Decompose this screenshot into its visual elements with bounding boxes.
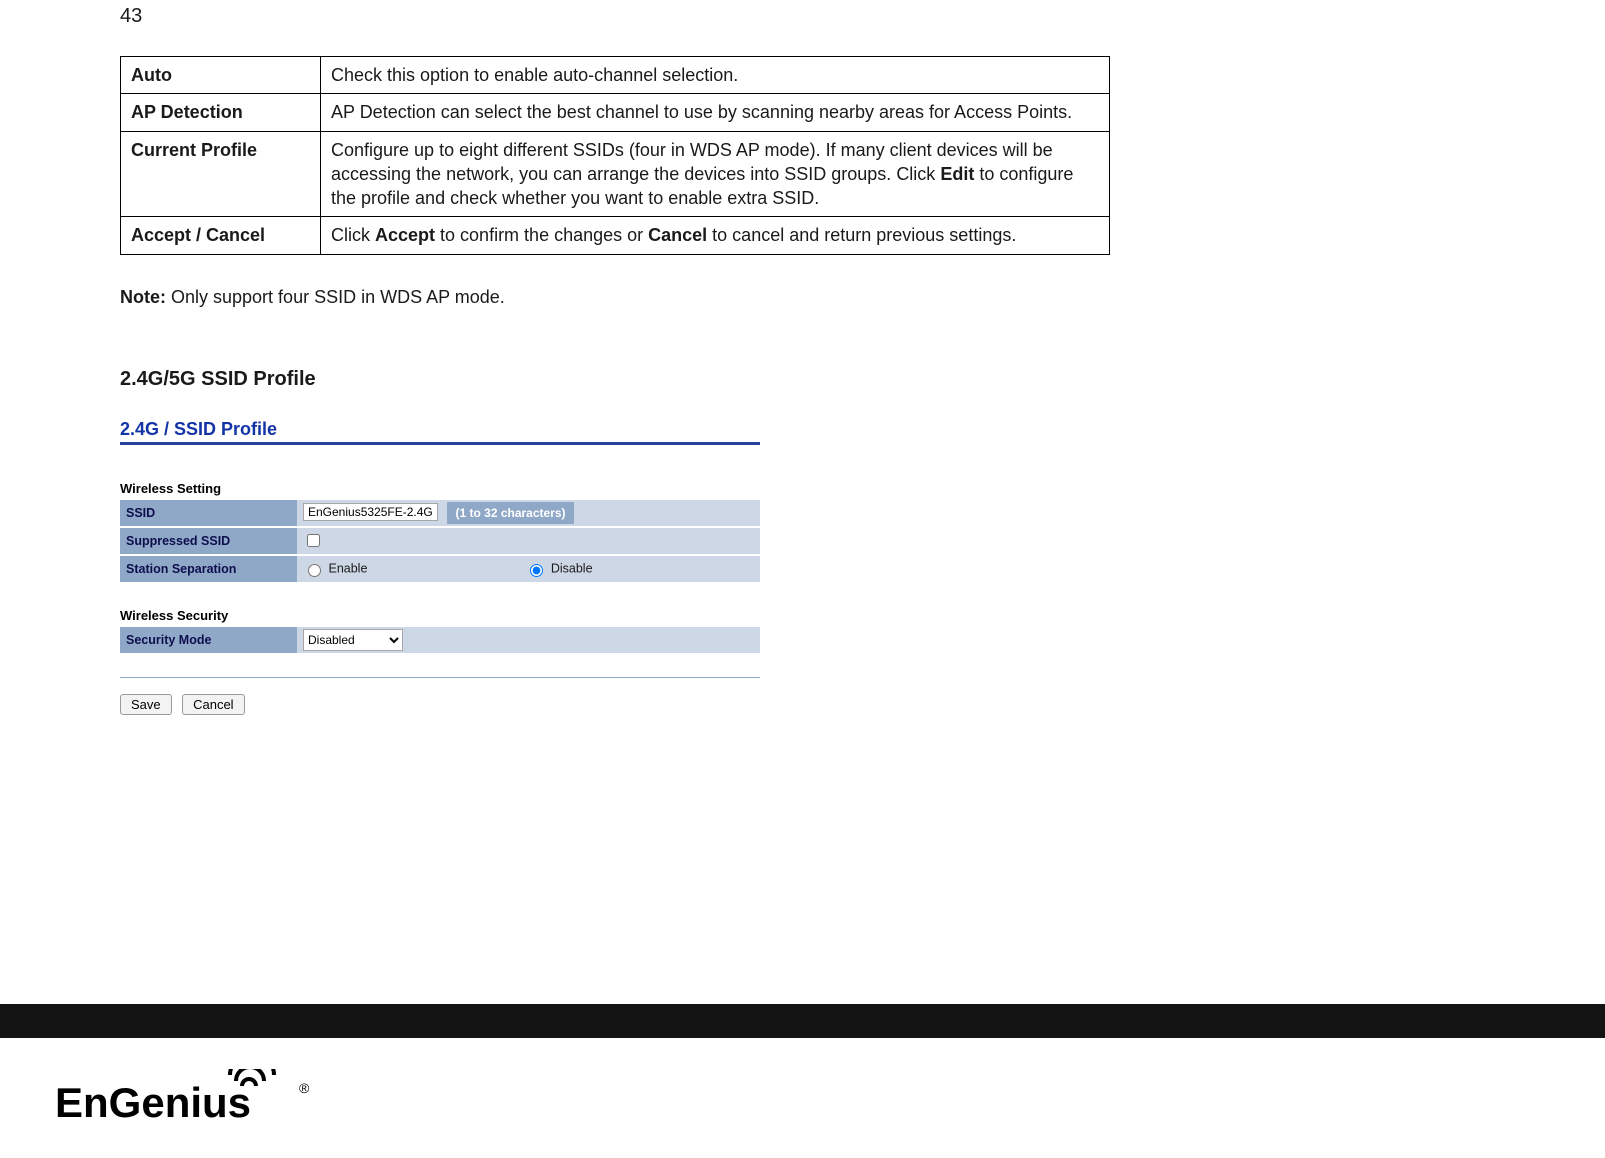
svg-text:®: ® <box>299 1080 310 1096</box>
security-mode-row: Security Mode Disabled <box>120 627 760 653</box>
desc-text: to confirm the changes or <box>435 225 648 245</box>
wireless-security-table: Security Mode Disabled <box>120 625 760 655</box>
security-mode-select[interactable]: Disabled <box>303 629 403 651</box>
table-row: Current ProfileConfigure up to eight dif… <box>121 131 1110 217</box>
note-paragraph: Note: Only support four SSID in WDS AP m… <box>120 287 1485 308</box>
wireless-security-heading: Wireless Security <box>120 608 760 623</box>
ssid-profile-panel: 2.4G / SSID Profile Wireless Setting SSI… <box>120 419 760 715</box>
station-separation-enable-radio[interactable] <box>308 564 321 577</box>
ssid-input[interactable] <box>303 503 438 521</box>
panel-divider <box>120 677 760 678</box>
station-separation-row: Station Separation Enable Disable <box>120 556 760 582</box>
table-description: Check this option to enable auto-channel… <box>321 57 1110 94</box>
table-row: AP Detection AP Detection can select the … <box>121 94 1110 131</box>
ssid-row: SSID (1 to 32 characters) <box>120 500 760 526</box>
station-separation-label: Station Separation <box>120 556 297 582</box>
table-description: AP Detection can select the best channel… <box>321 94 1110 131</box>
table-description: Configure up to eight different SSIDs (f… <box>321 131 1110 217</box>
table-term: AP Detection <box>121 94 321 131</box>
station-separation-disable-label: Disable <box>551 561 593 575</box>
security-mode-label: Security Mode <box>120 627 297 653</box>
desc-text: Check this option to enable auto-channel… <box>331 65 738 85</box>
footer-stripe <box>0 1004 1605 1038</box>
wireless-setting-table: SSID (1 to 32 characters) Suppressed SSI… <box>120 498 760 584</box>
table-term: Accept / Cancel <box>121 217 321 254</box>
desc-text: to cancel and return previous settings. <box>707 225 1016 245</box>
note-text: Only support four SSID in WDS AP mode. <box>166 287 505 307</box>
station-separation-disable-radio[interactable] <box>530 564 543 577</box>
section-heading: 2.4G/5G SSID Profile <box>120 368 1485 391</box>
save-button[interactable]: Save <box>120 694 172 715</box>
desc-bold: Accept <box>375 225 435 245</box>
suppressed-ssid-label: Suppressed SSID <box>120 528 297 554</box>
desc-bold: Edit <box>940 164 974 184</box>
table-term: Auto <box>121 57 321 94</box>
table-description: Click Accept to confirm the changes or C… <box>321 217 1110 254</box>
engenius-logo: EnGenius ® <box>55 1069 315 1127</box>
description-table: Auto Check this option to enable auto-cha… <box>120 56 1110 255</box>
cancel-button[interactable]: Cancel <box>182 694 244 715</box>
wireless-setting-heading: Wireless Setting <box>120 481 760 496</box>
ssid-label: SSID <box>120 500 297 526</box>
suppressed-ssid-row: Suppressed SSID <box>120 528 760 554</box>
desc-bold: Cancel <box>648 225 707 245</box>
table-term: Current Profile <box>121 131 321 217</box>
desc-text: Click <box>331 225 375 245</box>
panel-title: 2.4G / SSID Profile <box>120 419 760 445</box>
suppressed-ssid-checkbox[interactable] <box>307 534 320 547</box>
page-number: 43 <box>120 5 1485 28</box>
page-footer: EnGenius ® <box>0 1004 1605 1158</box>
desc-text: AP Detection can select the best channel… <box>331 102 1072 122</box>
note-label: Note: <box>120 287 166 307</box>
station-separation-enable-label: Enable <box>328 561 367 575</box>
svg-text:EnGenius: EnGenius <box>55 1079 251 1126</box>
ssid-hint: (1 to 32 characters) <box>447 502 573 524</box>
table-row: Auto Check this option to enable auto-cha… <box>121 57 1110 94</box>
table-row: Accept / CancelClick Accept to confirm t… <box>121 217 1110 254</box>
